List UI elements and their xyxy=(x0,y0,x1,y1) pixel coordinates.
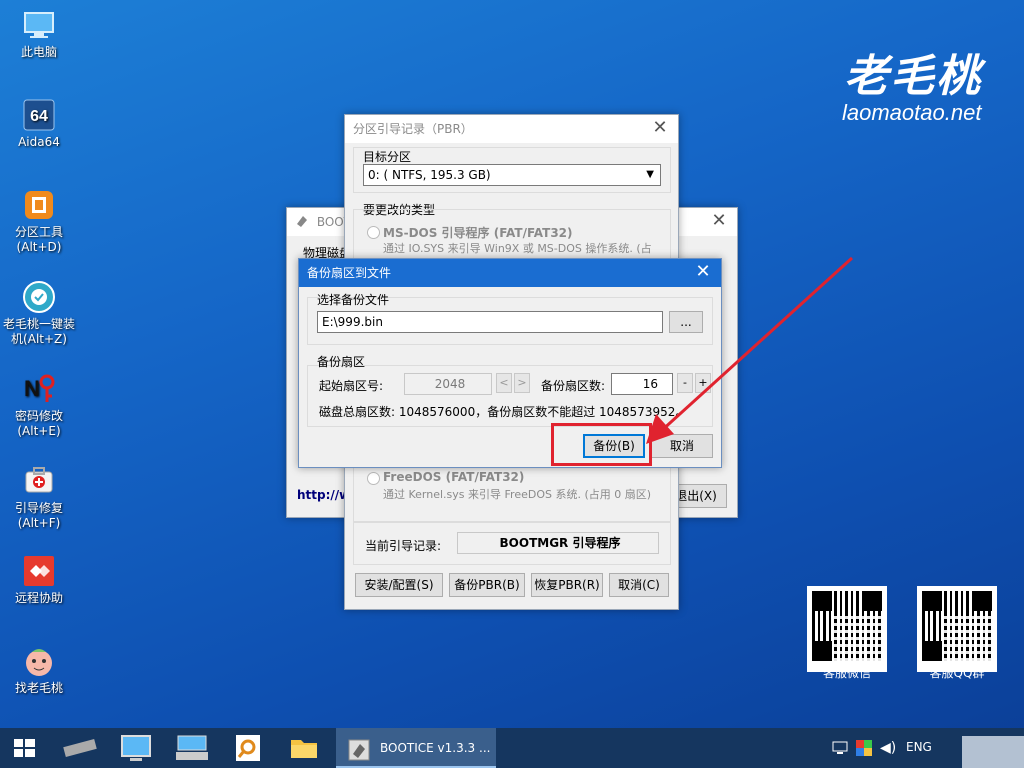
next-sector-button[interactable]: > xyxy=(514,373,530,393)
color-settings-icon[interactable] xyxy=(856,740,872,759)
desktop-icon-label: 远程协助 xyxy=(14,591,63,605)
close-icon[interactable]: ✕ xyxy=(642,115,678,143)
one-click-install-icon xyxy=(22,280,56,314)
show-desktop-button[interactable] xyxy=(962,736,1024,768)
annotation-arrow xyxy=(646,256,854,444)
language-indicator[interactable]: ENG xyxy=(906,740,946,754)
keyboard-icon xyxy=(176,735,208,760)
qr-wechat: 客服微信 xyxy=(807,586,887,681)
freedos-option-desc: 通过 Kernel.sys 来引导 FreeDOS 系统. (占用 0 扇区) xyxy=(383,488,652,501)
computer-icon xyxy=(22,8,56,42)
taskbar-search-tool[interactable] xyxy=(224,728,272,768)
taskbar-task-label: BOOTICE v1.3.3 ... xyxy=(380,741,491,755)
taskbar-memory-tool[interactable] xyxy=(56,728,104,768)
msdos-option-title: MS-DOS 引导程序 (FAT/FAT32) xyxy=(383,226,573,240)
freedos-option-title: FreeDOS (FAT/FAT32) xyxy=(383,470,525,484)
taskbar-display-tool[interactable] xyxy=(112,728,160,768)
windows-logo-icon xyxy=(14,739,35,757)
cancel-button[interactable]: 取消(C) xyxy=(609,573,669,597)
brand-logo: 老毛桃 xyxy=(844,51,982,102)
desktop-icon-label: 分区工具 (Alt+D) xyxy=(14,225,63,254)
current-record-label: 当前引导记录: xyxy=(365,539,442,553)
partition-tool-icon xyxy=(22,188,56,222)
select-file-label: 选择备份文件 xyxy=(317,293,390,307)
qr-code-icon xyxy=(812,591,882,661)
folder-icon xyxy=(291,740,317,758)
desktop-icon-find-laomaotao[interactable]: 找老毛桃 xyxy=(0,644,78,696)
freedos-radio[interactable] xyxy=(367,472,380,485)
desktop-icon-label: Aida64 xyxy=(18,135,60,149)
target-partition-select[interactable]: 0: ( NTFS, 195.3 GB) ▼ xyxy=(363,164,661,186)
prev-sector-button[interactable]: < xyxy=(496,373,512,393)
backup-pbr-button[interactable]: 备份PBR(B) xyxy=(449,573,525,597)
volume-icon[interactable]: ◀) xyxy=(880,740,896,756)
qr-qq-group: 客服QQ群 xyxy=(917,586,997,681)
qr-code-icon xyxy=(922,591,992,661)
desktop-icon-computer[interactable]: 此电脑 xyxy=(0,8,78,60)
bootice-link[interactable]: http://w xyxy=(297,488,350,502)
taskbar: BOOTICE v1.3.3 ... ◀) ENG xyxy=(0,728,1024,768)
backup-dialog-title: 备份扇区到文件 xyxy=(307,266,392,280)
desktop-icon-label: 此电脑 xyxy=(20,45,57,59)
brand-url: laomaotao.net xyxy=(842,100,982,125)
search-icon xyxy=(236,735,260,761)
taskbar-bootice-task[interactable]: BOOTICE v1.3.3 ... xyxy=(336,728,496,768)
target-partition-value: 0: ( NTFS, 195.3 GB) xyxy=(368,168,491,182)
aida64-icon: 64 xyxy=(22,98,56,132)
svg-text:N: N xyxy=(24,376,40,401)
desktop-icon-remote-assist[interactable]: 远程协助 xyxy=(0,554,78,606)
sector-count-label: 备份扇区数: xyxy=(541,379,606,393)
chevron-down-icon: ▼ xyxy=(646,169,654,180)
desktop-icon-password-change[interactable]: N 密码修改 (Alt+E) xyxy=(0,372,78,439)
password-change-icon: N xyxy=(22,372,56,406)
find-laomaotao-icon xyxy=(22,644,56,678)
remote-assist-icon xyxy=(22,554,56,588)
desktop-icon-one-click-install[interactable]: 老毛桃一键装 机(Alt+Z) xyxy=(0,280,78,347)
backup-file-path-input[interactable]: E:\999.bin xyxy=(317,311,663,333)
desktop-icon-label: 引导修复 (Alt+F) xyxy=(14,501,63,530)
qr-label: 客服QQ群 xyxy=(929,666,985,680)
desktop-icon-label: 密码修改 (Alt+E) xyxy=(14,409,63,438)
msdos-option-desc: 通过 IO.SYS 来引导 Win9X 或 MS-DOS 操作系统. (占 xyxy=(383,242,652,255)
close-icon[interactable]: ✕ xyxy=(701,208,737,236)
qr-label: 客服微信 xyxy=(822,666,871,680)
target-partition-label: 目标分区 xyxy=(363,150,412,164)
sector-group-label: 备份扇区 xyxy=(317,355,366,369)
bootice-app-icon xyxy=(295,210,309,227)
desktop-icon-boot-repair[interactable]: 引导修复 (Alt+F) xyxy=(0,464,78,531)
desktop-icon-label: 老毛桃一键装 机(Alt+Z) xyxy=(2,317,75,346)
start-button[interactable] xyxy=(0,728,48,768)
svg-text:64: 64 xyxy=(30,108,48,125)
taskbar-file-explorer[interactable] xyxy=(280,728,328,768)
pbr-titlebar[interactable]: 分区引导记录（PBR） ✕ xyxy=(345,115,678,143)
boot-repair-icon xyxy=(22,464,56,498)
current-record-value: BOOTMGR 引导程序 xyxy=(457,532,659,554)
taskbar-keyboard-tool[interactable] xyxy=(168,728,216,768)
desktop-icon-aida64[interactable]: 64 Aida64 xyxy=(0,98,78,150)
start-sector-input: 2048 xyxy=(404,373,492,395)
network-icon[interactable] xyxy=(832,740,848,759)
desktop-icon-partition-tool[interactable]: 分区工具 (Alt+D) xyxy=(0,188,78,255)
install-config-button[interactable]: 安装/配置(S) xyxy=(355,573,443,597)
restore-pbr-button[interactable]: 恢复PBR(R) xyxy=(531,573,603,597)
monitor-icon xyxy=(121,735,151,761)
memory-chip-icon xyxy=(63,739,97,757)
start-sector-label: 起始扇区号: xyxy=(319,379,384,393)
msdos-radio[interactable] xyxy=(367,226,380,239)
bootice-app-icon xyxy=(348,737,370,768)
desktop-icon-label: 找老毛桃 xyxy=(14,681,63,695)
pbr-title: 分区引导记录（PBR） xyxy=(353,122,473,136)
